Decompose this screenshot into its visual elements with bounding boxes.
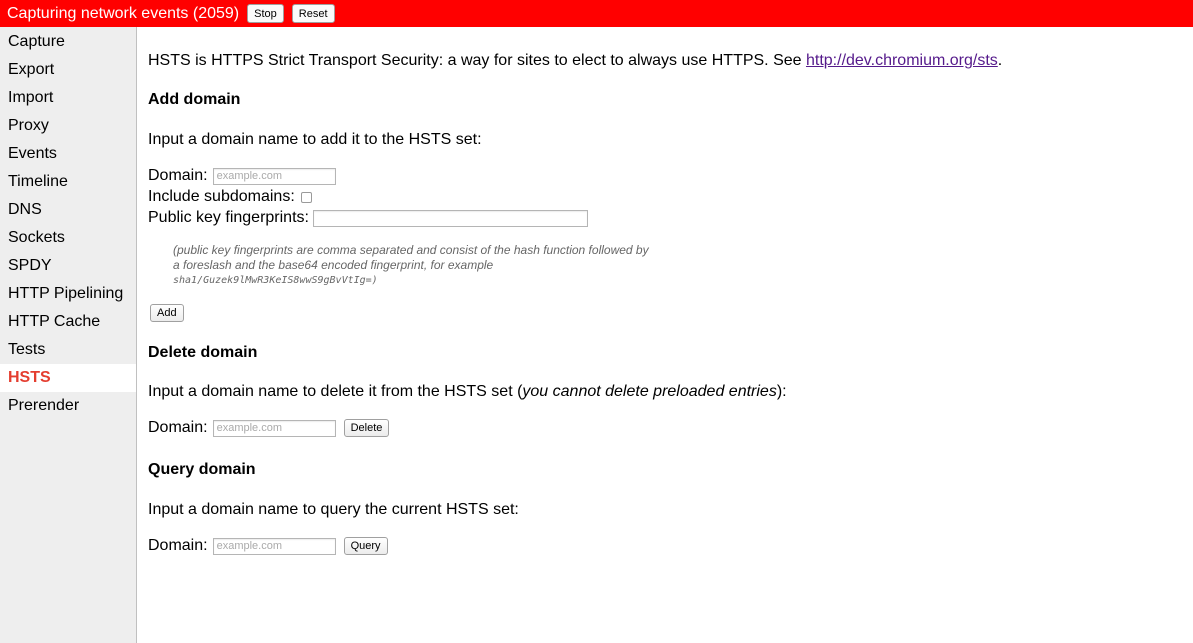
sidebar-item-proxy[interactable]: Proxy (0, 112, 136, 140)
query-domain-row: Domain: Query (148, 537, 388, 555)
note-line-2: a foreslash and the base64 encoded finge… (173, 258, 494, 272)
sidebar-item-events[interactable]: Events (0, 140, 136, 168)
delete-domain-row: Domain: Delete (148, 419, 390, 437)
sidebar-item-timeline[interactable]: Timeline (0, 168, 136, 196)
add-domain-row: Domain: (148, 167, 336, 185)
note-line-3: sha1/Guzek9lMwR3KeIS8wwS9gBvVtIg=) (173, 275, 378, 286)
add-domain-input[interactable] (212, 167, 336, 185)
intro-description: HSTS is HTTPS Strict Transport Security:… (148, 52, 806, 69)
sidebar-item-import[interactable]: Import (0, 84, 136, 112)
reset-button[interactable]: Reset (291, 4, 335, 23)
delete-domain-input[interactable] (212, 419, 336, 437)
query-instructions: Input a domain name to query the current… (148, 501, 519, 518)
include-subdomains-row: Include subdomains: (148, 188, 312, 206)
status-bar: Capturing network events (2059) Stop Res… (0, 0, 1193, 27)
sidebar-item-http-pipelining[interactable]: HTTP Pipelining (0, 280, 136, 308)
note-line-1: (public key fingerprints are comma separ… (173, 243, 649, 257)
query-domain-label: Domain: (148, 537, 208, 554)
add-domain-heading: Add domain (148, 91, 241, 108)
query-domain-input[interactable] (212, 537, 336, 555)
delete-domain-label: Domain: (148, 419, 208, 436)
delete-button[interactable]: Delete (343, 419, 390, 437)
delete-domain-heading: Delete domain (148, 344, 258, 361)
add-domain-label: Domain: (148, 167, 208, 184)
fingerprints-input[interactable] (312, 209, 588, 227)
add-button-row: Add (150, 304, 184, 322)
sidebar-item-hsts[interactable]: HSTS (0, 364, 136, 392)
query-button[interactable]: Query (343, 537, 388, 555)
status-title: Capturing network events (2059) (7, 4, 240, 22)
sidebar-item-dns[interactable]: DNS (0, 196, 136, 224)
stop-button[interactable]: Stop (247, 4, 284, 23)
delete-instructions-emphasis: you cannot delete preloaded entries (522, 383, 777, 400)
sidebar-item-http-cache[interactable]: HTTP Cache (0, 308, 136, 336)
sidebar-item-tests[interactable]: Tests (0, 336, 136, 364)
sts-link[interactable]: http://dev.chromium.org/sts (806, 52, 998, 69)
delete-instructions: Input a domain name to delete it from th… (148, 383, 787, 401)
include-subdomains-checkbox[interactable] (300, 191, 312, 203)
sidebar-item-capture[interactable]: Capture (0, 28, 136, 56)
query-domain-heading: Query domain (148, 461, 256, 478)
add-instructions: Input a domain name to add it to the HST… (148, 131, 482, 148)
intro-end: . (997, 52, 1003, 69)
fingerprints-label: Public key fingerprints: (148, 209, 309, 226)
delete-instructions-pre: Input a domain name to delete it from th… (148, 383, 523, 400)
delete-instructions-post: ): (776, 383, 787, 400)
sidebar: Capture Export Import Proxy Events Timel… (0, 27, 137, 643)
intro-text: HSTS is HTTPS Strict Transport Security:… (148, 52, 1002, 70)
fingerprints-row: Public key fingerprints: (148, 209, 588, 227)
sidebar-item-prerender[interactable]: Prerender (0, 392, 136, 420)
sidebar-item-export[interactable]: Export (0, 56, 136, 84)
sidebar-item-spdy[interactable]: SPDY (0, 252, 136, 280)
include-subdomains-label: Include subdomains: (148, 188, 295, 205)
add-button[interactable]: Add (150, 304, 184, 322)
fingerprints-note: (public key fingerprints are comma separ… (173, 243, 649, 288)
sidebar-item-sockets[interactable]: Sockets (0, 224, 136, 252)
